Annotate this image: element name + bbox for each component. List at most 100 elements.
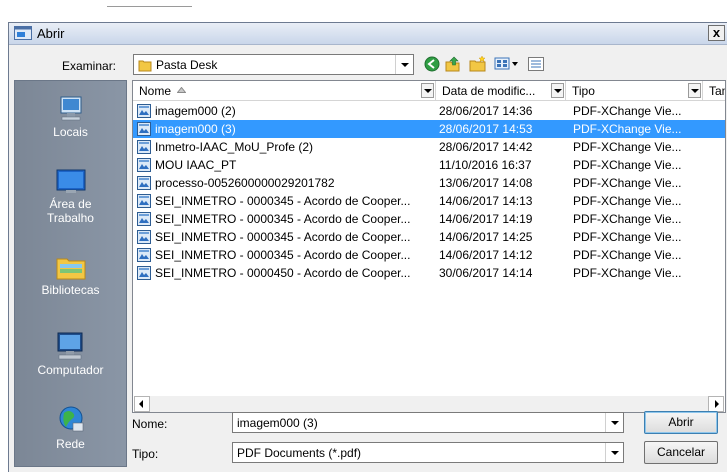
table-row[interactable]: SEI_INMETRO - 0000450 - Acordo de Cooper…: [133, 264, 725, 282]
place-label: Bibliotecas: [41, 283, 100, 297]
sort-ascending-icon: [177, 87, 186, 93]
file-name: imagem000 (2): [155, 104, 236, 118]
column-filter-button[interactable]: [551, 83, 564, 98]
computer-icon: [57, 332, 82, 360]
place-label: Computador: [37, 363, 104, 377]
filetype-dropdown-button[interactable]: [605, 443, 623, 462]
pdf-file-icon: [137, 212, 151, 226]
pdf-file-icon: [137, 158, 151, 172]
up-folder-icon[interactable]: [443, 54, 463, 74]
table-row[interactable]: Inmetro-IAAC_MoU_Profe (2) 28/06/2017 14:…: [133, 138, 725, 156]
column-label: Tam: [709, 84, 725, 98]
place-locais[interactable]: Locais: [15, 93, 126, 139]
place-bibliotecas[interactable]: Bibliotecas: [15, 251, 126, 297]
file-name: SEI_INMETRO - 0000345 - Acordo de Cooper…: [155, 230, 411, 244]
file-name: SEI_INMETRO - 0000450 - Acordo de Cooper…: [155, 266, 411, 280]
pdf-file-icon: [137, 140, 151, 154]
network-icon: [59, 406, 83, 432]
file-type: PDF-XChange Vie...: [573, 140, 682, 154]
column-label: Data de modific...: [442, 84, 536, 98]
file-name: MOU IAAC_PT: [155, 158, 237, 172]
file-name: SEI_INMETRO - 0000345 - Acordo de Cooper…: [155, 194, 411, 208]
pdf-file-icon: [137, 176, 151, 190]
table-row[interactable]: SEI_INMETRO - 0000345 - Acordo de Cooper…: [133, 192, 725, 210]
column-header-type[interactable]: Tipo: [566, 81, 703, 101]
file-name: processo-0052600000029201782: [155, 176, 335, 190]
table-row[interactable]: imagem000 (2) 28/06/2017 14:36 PDF-XChange…: [133, 102, 725, 120]
column-header-date[interactable]: Data de modific...: [436, 81, 566, 101]
file-date: 28/06/2017 14:36: [439, 104, 533, 118]
divider: [107, 6, 192, 7]
pdf-file-icon: [137, 122, 151, 136]
place-label: Locais: [53, 125, 88, 139]
column-label: Tipo: [572, 84, 595, 98]
pdf-file-icon: [137, 194, 151, 208]
filename-dropdown-button[interactable]: [605, 413, 623, 432]
file-type: PDF-XChange Vie...: [573, 194, 682, 208]
place-computador[interactable]: Computador: [15, 329, 126, 377]
file-type: PDF-XChange Vie...: [573, 212, 682, 226]
file-date: 14/06/2017 14:25: [439, 230, 533, 244]
look-in-value: Pasta Desk: [156, 58, 218, 72]
pdf-file-icon: [137, 104, 151, 118]
file-date: 14/06/2017 14:19: [439, 212, 533, 226]
open-button[interactable]: Abrir: [644, 411, 718, 434]
file-name: imagem000 (3): [155, 122, 236, 136]
new-folder-icon[interactable]: [467, 54, 489, 74]
file-date: 28/06/2017 14:53: [439, 122, 533, 136]
look-in-dropdown-button[interactable]: [395, 55, 413, 74]
file-date: 14/06/2017 14:13: [439, 194, 533, 208]
look-in-combo[interactable]: Pasta Desk: [133, 54, 414, 75]
file-date: 14/06/2017 14:12: [439, 248, 533, 262]
table-row[interactable]: imagem000 (3) 28/06/2017 14:53 PDF-XChange…: [133, 120, 725, 138]
table-row[interactable]: SEI_INMETRO - 0000345 - Acordo de Cooper…: [133, 246, 725, 264]
file-type: PDF-XChange Vie...: [573, 176, 682, 190]
file-type: PDF-XChange Vie...: [573, 104, 682, 118]
filename-label: Nome:: [132, 417, 168, 431]
filename-combo[interactable]: imagem000 (3): [232, 412, 624, 433]
file-date: 28/06/2017 14:42: [439, 140, 533, 154]
back-icon[interactable]: [422, 54, 442, 74]
file-type: PDF-XChange Vie...: [573, 230, 682, 244]
column-filter-button[interactable]: [421, 83, 434, 98]
background-strip: [0, 0, 727, 22]
filetype-combo[interactable]: PDF Documents (*.pdf): [232, 442, 624, 463]
folder-icon: [138, 60, 152, 72]
filename-value: imagem000 (3): [237, 416, 318, 430]
column-filter-button[interactable]: [688, 83, 701, 98]
recent-places-icon: [60, 96, 81, 121]
place-label: Área de Trabalho: [47, 197, 94, 225]
libraries-icon: [56, 258, 85, 280]
places-bar: Locais Área de Trabalho Bibliotecas Comp…: [14, 80, 127, 467]
file-type: PDF-XChange Vie...: [573, 122, 682, 136]
file-date: 13/06/2017 14:08: [439, 176, 533, 190]
scroll-right-button[interactable]: [708, 396, 724, 412]
column-header-name[interactable]: Nome: [133, 81, 436, 101]
horizontal-scrollbar[interactable]: [134, 396, 724, 412]
open-file-dialog: Abrir x Examinar: Pasta Desk Locais Área…: [8, 22, 727, 472]
file-date: 30/06/2017 14:14: [439, 266, 533, 280]
place-area-de-trabalho[interactable]: Área de Trabalho: [15, 165, 126, 225]
place-label: Rede: [56, 437, 85, 451]
desktop-icon: [56, 169, 85, 193]
file-date: 11/10/2016 16:37: [439, 158, 532, 172]
scroll-left-button[interactable]: [134, 396, 150, 412]
table-row[interactable]: MOU IAAC_PT 11/10/2016 16:37 PDF-XChange V…: [133, 156, 725, 174]
table-row[interactable]: SEI_INMETRO - 0000345 - Acordo de Cooper…: [133, 210, 725, 228]
file-list[interactable]: Nome Data de modific... Tipo Tam imagem0…: [132, 80, 726, 413]
place-rede[interactable]: Rede: [15, 403, 126, 451]
dialog-title: Abrir: [37, 26, 65, 41]
filetype-label: Tipo:: [132, 447, 159, 461]
table-row[interactable]: processo-0052600000029201782 13/06/2017 1…: [133, 174, 725, 192]
file-name: SEI_INMETRO - 0000345 - Acordo de Cooper…: [155, 212, 411, 226]
close-button[interactable]: x: [708, 25, 725, 41]
view-menu-icon[interactable]: [493, 54, 521, 74]
title-bar: Abrir x: [9, 23, 727, 45]
look-in-label: Examinar:: [62, 59, 117, 73]
file-type: PDF-XChange Vie...: [573, 248, 682, 262]
cancel-button[interactable]: Cancelar: [644, 441, 718, 464]
details-view-icon[interactable]: [527, 54, 545, 74]
table-row[interactable]: SEI_INMETRO - 0000345 - Acordo de Cooper…: [133, 228, 725, 246]
file-type: PDF-XChange Vie...: [573, 158, 682, 172]
column-header-size[interactable]: Tam: [703, 81, 725, 101]
